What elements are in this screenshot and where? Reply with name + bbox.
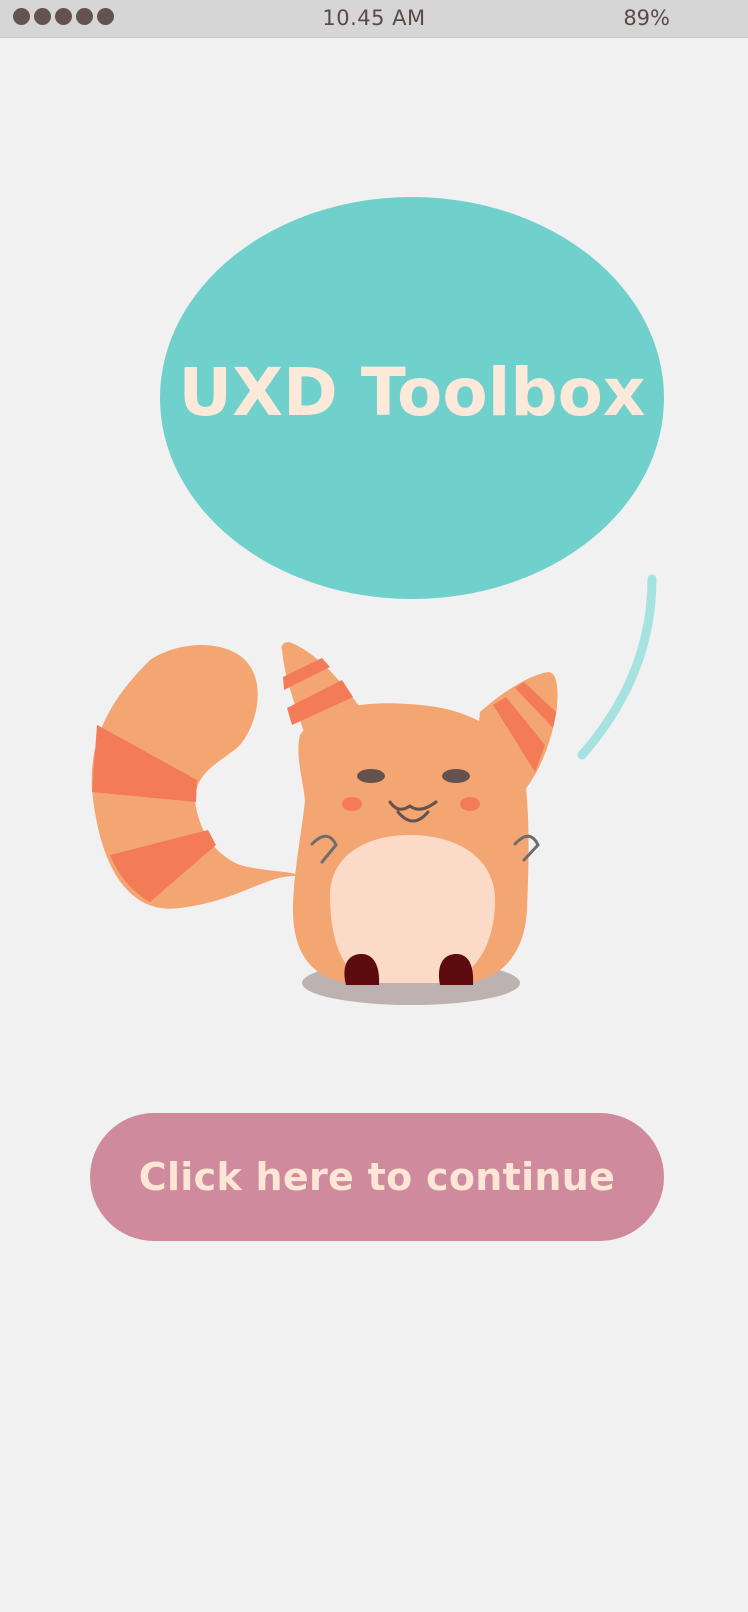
mascot-left-cheek	[342, 797, 362, 811]
mascot-left-eye	[357, 769, 385, 783]
bubble-tail	[577, 574, 657, 760]
splash-illustration: UXD Toolbox	[91, 197, 664, 1005]
striped-cat-mascot-icon	[91, 642, 558, 1005]
battery-percentage: 89%	[623, 6, 670, 30]
continue-button-label: Click here to continue	[138, 1155, 616, 1199]
continue-button[interactable]: Click here to continue	[90, 1113, 664, 1241]
mascot-right-eye	[442, 769, 470, 783]
app-title: UXD Toolbox	[179, 354, 646, 431]
status-bar: 10.45 AM 89%	[0, 0, 748, 38]
mascot-right-cheek	[460, 797, 480, 811]
